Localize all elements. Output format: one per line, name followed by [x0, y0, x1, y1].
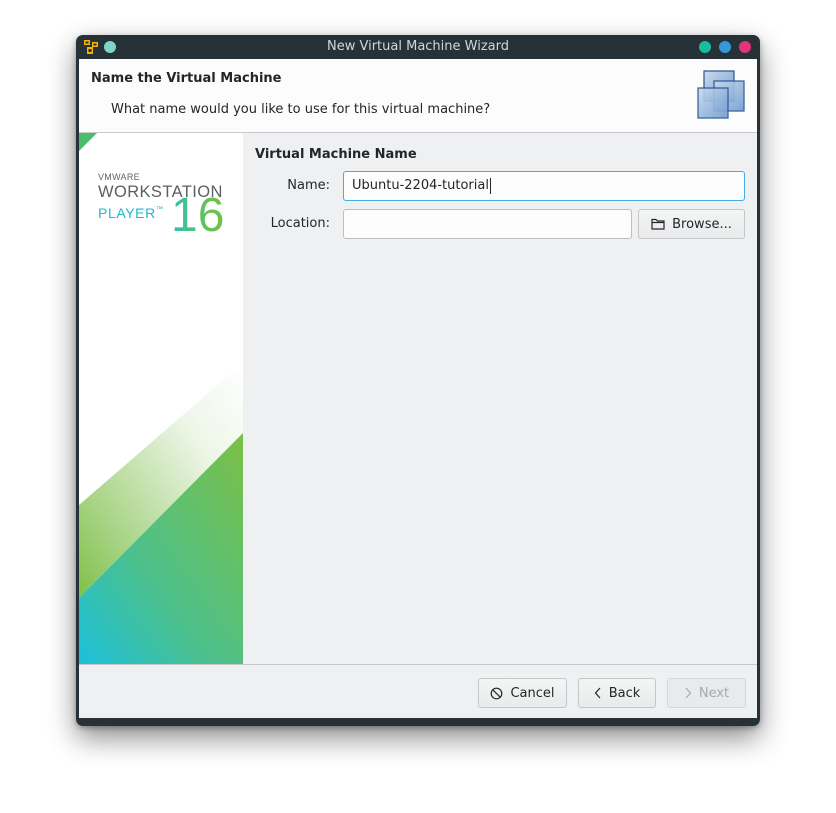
title-bar[interactable]: New Virtual Machine Wizard	[76, 35, 760, 59]
corner-accent	[79, 133, 97, 151]
wizard-window: New Virtual Machine Wizard Name the Virt…	[76, 35, 760, 726]
vm-location-input[interactable]	[343, 209, 632, 239]
folder-icon	[651, 218, 665, 230]
back-button[interactable]: Back	[578, 678, 656, 708]
text-caret	[489, 177, 491, 194]
virtual-machines-icon	[697, 70, 745, 119]
brand-edition: PLAYER™	[98, 205, 163, 221]
chevron-right-icon	[685, 687, 692, 699]
next-label: Next	[698, 685, 730, 701]
back-label: Back	[608, 685, 641, 701]
vm-name-input[interactable]: Ubuntu-2204-tutorial	[343, 171, 745, 201]
page-subtitle: What name would you like to use for this…	[111, 102, 491, 117]
wizard-footer: Cancel Back Next	[79, 664, 757, 718]
next-button[interactable]: Next	[667, 678, 746, 708]
wizard-header: Name the Virtual Machine What name would…	[79, 59, 757, 133]
page-title: Name the Virtual Machine	[91, 71, 282, 86]
window-title: New Virtual Machine Wizard	[327, 39, 509, 54]
chevron-left-icon	[594, 687, 601, 699]
brand-trademark: ™	[155, 206, 164, 213]
browse-button[interactable]: Browse...	[638, 209, 745, 239]
close-button[interactable]	[739, 41, 751, 53]
cancel-button[interactable]: Cancel	[478, 678, 567, 708]
brand-vendor: VMWARE	[98, 172, 140, 182]
section-title: Virtual Machine Name	[255, 147, 417, 162]
vm-name-value: Ubuntu-2204-tutorial	[352, 178, 489, 193]
brand-version: 16	[171, 189, 225, 242]
brand-edition-text: PLAYER	[98, 205, 156, 221]
wizard-client-area: Name the Virtual Machine What name would…	[79, 59, 757, 718]
maximize-button[interactable]	[719, 41, 731, 53]
cancel-label: Cancel	[510, 685, 555, 701]
browse-label: Browse...	[672, 216, 732, 232]
name-label: Name:	[287, 178, 330, 193]
wizard-content: Virtual Machine Name Name: Ubuntu-2204-t…	[243, 133, 757, 664]
cancel-icon	[491, 687, 503, 699]
minimize-button[interactable]	[699, 41, 711, 53]
location-label: Location:	[270, 216, 330, 231]
product-banner: VMWARE WORKSTATION PLAYER™ 16	[79, 133, 243, 664]
